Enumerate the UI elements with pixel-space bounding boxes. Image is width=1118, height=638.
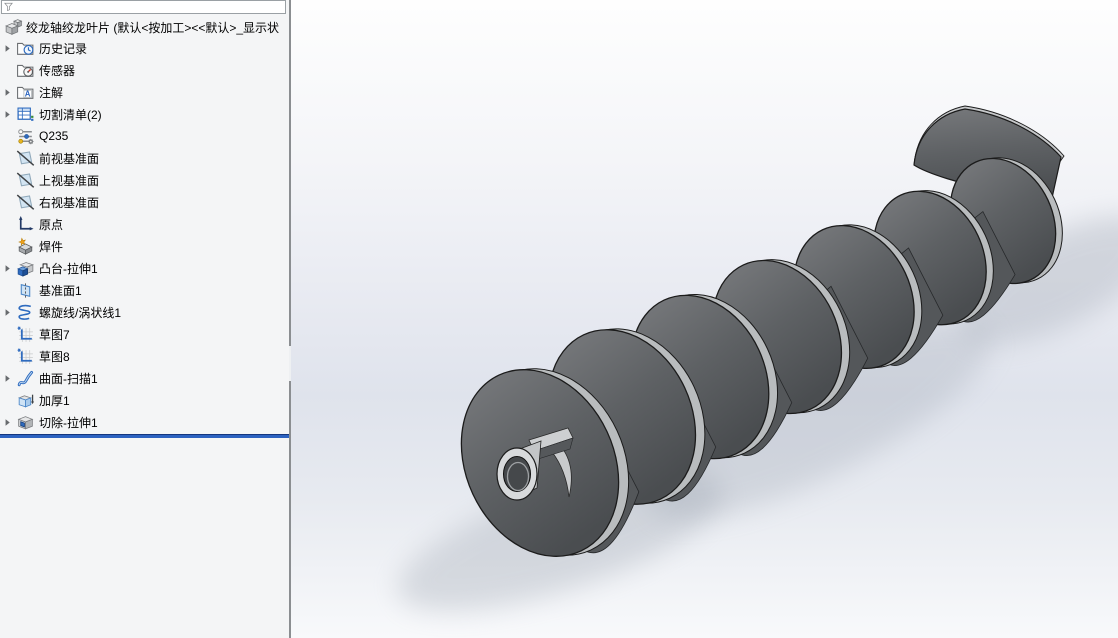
history-folder-icon — [16, 39, 35, 58]
expand-arrow-icon[interactable] — [3, 416, 16, 428]
tree-item-weldment[interactable]: 焊件 — [0, 235, 289, 257]
expand-arrow-spacer — [3, 64, 16, 76]
tree-item-part-root[interactable]: 绞龙轴绞龙叶片 (默认<按加工><<默认>_显示状 — [0, 17, 289, 37]
expand-arrow-icon[interactable] — [3, 306, 16, 318]
expand-arrow-icon[interactable] — [3, 108, 16, 120]
surface-sweep-icon — [16, 369, 35, 388]
tree-item-label: 传感器 — [39, 63, 76, 78]
tree-item-label: 注解 — [39, 85, 64, 100]
plane1-icon — [16, 281, 35, 300]
tree-item-surface-sweep[interactable]: 曲面-扫描1 — [0, 367, 289, 389]
tree-item-label: 原点 — [39, 217, 64, 232]
tree-item-label: 历史记录 — [39, 41, 88, 56]
rollback-bar[interactable] — [0, 434, 289, 438]
tree-item-material[interactable]: Q235 — [0, 125, 289, 147]
tree-item-label: 基准面1 — [39, 283, 82, 298]
tree-item-label: 右视基准面 — [39, 195, 100, 210]
tree-item-boss-extrude[interactable]: 凸台-拉伸1 — [0, 257, 289, 279]
expand-arrow-spacer — [3, 350, 16, 362]
tree-item-helix[interactable]: 螺旋线/涡状线1 — [0, 301, 289, 323]
expand-arrow-spacer — [3, 240, 16, 252]
sketch-icon — [16, 325, 35, 344]
auger-3d-model — [397, 105, 1118, 611]
sensors-folder-icon — [16, 61, 35, 80]
material-icon — [16, 127, 35, 146]
tree-filter-input[interactable] — [14, 1, 285, 13]
expand-arrow-icon[interactable] — [3, 262, 16, 274]
expand-arrow-spacer — [3, 152, 16, 164]
expand-arrow-spacer — [3, 130, 16, 142]
tree-item-sensors-folder[interactable]: 传感器 — [0, 59, 289, 81]
expand-arrow-icon[interactable] — [3, 86, 16, 98]
tree-item-plane1[interactable]: 基准面1 — [0, 279, 289, 301]
ref-plane-icon — [16, 193, 35, 212]
tree-item-thicken[interactable]: 加厚1 — [0, 389, 289, 411]
tree-item-label: 切除-拉伸1 — [39, 415, 98, 430]
expand-arrow-spacer — [3, 196, 16, 208]
thicken-icon — [16, 391, 35, 410]
tree-item-origin[interactable]: 原点 — [0, 213, 289, 235]
filter-funnel-icon — [3, 2, 14, 13]
expand-arrow-spacer — [3, 284, 16, 296]
tree-item-label: 切割清单(2) — [39, 107, 102, 122]
origin-icon — [16, 215, 35, 234]
cut-list-icon — [16, 105, 35, 124]
tree-item-history-folder[interactable]: 历史记录 — [0, 37, 289, 59]
tree-item-cut-extrude[interactable]: 切除-拉伸1 — [0, 411, 289, 433]
part-icon — [4, 18, 23, 37]
tree-item-label: 曲面-扫描1 — [39, 371, 98, 386]
tree-item-ref-plane[interactable]: 右视基准面 — [0, 191, 289, 213]
tree-item-ref-plane[interactable]: 上视基准面 — [0, 169, 289, 191]
tree-item-label: 加厚1 — [39, 393, 70, 408]
feature-manager-panel: 绞龙轴绞龙叶片 (默认<按加工><<默认>_显示状 历史记录传感器注解切割清单(… — [0, 0, 291, 638]
tree-item-label: 焊件 — [39, 239, 64, 254]
expand-arrow-spacer — [3, 328, 16, 340]
expand-arrow-icon[interactable] — [3, 42, 16, 54]
ref-plane-icon — [16, 149, 35, 168]
feature-tree: 历史记录传感器注解切割清单(2) Q235 前视基准面上视基准面右视基准面原点焊件凸… — [0, 37, 289, 433]
tree-item-label: 草图8 — [39, 349, 70, 364]
tree-item-label: 螺旋线/涡状线1 — [39, 305, 122, 320]
tree-item-label: 上视基准面 — [39, 173, 100, 188]
tree-item-sketch[interactable]: 草图8 — [0, 345, 289, 367]
sketch-icon — [16, 347, 35, 366]
expand-arrow-icon[interactable] — [3, 372, 16, 384]
tree-item-sketch[interactable]: 草图7 — [0, 323, 289, 345]
solidworks-window: 绞龙轴绞龙叶片 (默认<按加工><<默认>_显示状 历史记录传感器注解切割清单(… — [0, 0, 1118, 638]
tree-item-label: 草图7 — [39, 327, 70, 342]
expand-arrow-spacer — [3, 394, 16, 406]
tree-item-label: Q235 — [39, 129, 69, 143]
tree-item-cut-list[interactable]: 切割清单(2) — [0, 103, 289, 125]
tree-filter-box[interactable] — [1, 0, 286, 14]
tree-item-label: 前视基准面 — [39, 151, 100, 166]
cut-extrude-icon — [16, 413, 35, 432]
part-name: 绞龙轴绞龙叶片 (默认<按加工><<默认>_显示状 — [26, 20, 280, 35]
tree-item-annotations-folder[interactable]: 注解 — [0, 81, 289, 103]
helix-icon — [16, 303, 35, 322]
annotations-folder-icon — [16, 83, 35, 102]
boss-extrude-icon — [16, 259, 35, 278]
ref-plane-icon — [16, 171, 35, 190]
weldment-icon — [16, 237, 35, 256]
graphics-viewport[interactable] — [291, 0, 1118, 638]
tree-item-label: 凸台-拉伸1 — [39, 261, 98, 276]
tree-item-ref-plane[interactable]: 前视基准面 — [0, 147, 289, 169]
expand-arrow-spacer — [3, 174, 16, 186]
expand-arrow-spacer — [3, 218, 16, 230]
